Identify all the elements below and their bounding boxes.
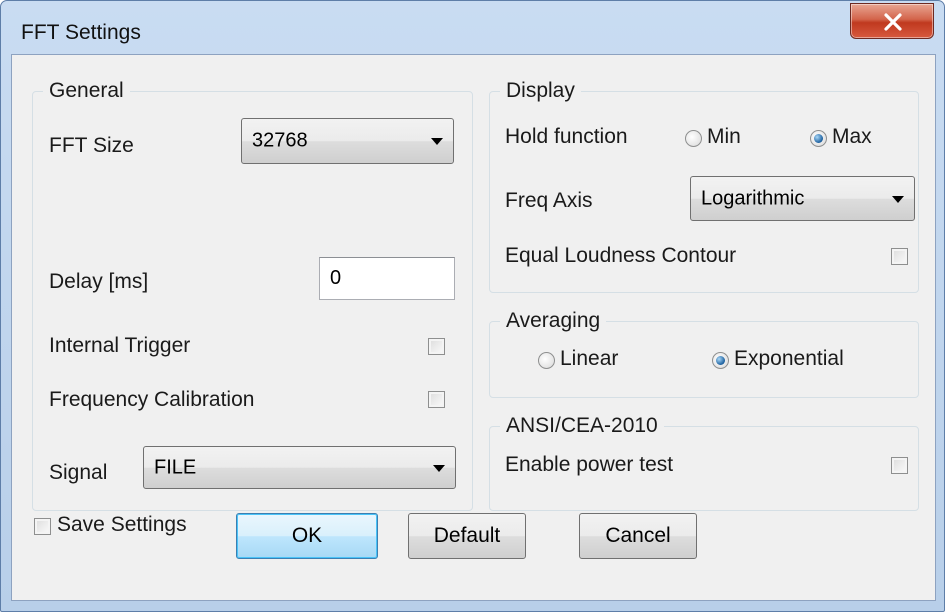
cancel-button[interactable]: Cancel: [579, 513, 697, 559]
equal-loudness-label: Equal Loudness Contour: [505, 244, 737, 267]
hold-min-label: Min: [707, 125, 741, 148]
ok-button[interactable]: OK: [236, 513, 378, 559]
signal-label: Signal: [49, 461, 108, 484]
freq-axis-select[interactable]: Logarithmic: [690, 176, 915, 221]
power-test-label: Enable power test: [505, 453, 674, 476]
close-button[interactable]: [850, 3, 934, 39]
equal-loudness-checkbox[interactable]: [891, 248, 908, 265]
internal-trigger-label: Internal Trigger: [49, 334, 191, 357]
fft-size-value: 32768: [252, 129, 308, 152]
fft-size-label: FFT Size: [49, 134, 134, 157]
fft-settings-window: FFT Settings General FFT Size 32768 Dela…: [0, 0, 945, 612]
hold-max-label: Max: [832, 125, 872, 148]
save-settings-label: Save Settings: [57, 513, 187, 536]
fft-size-select[interactable]: 32768: [241, 118, 454, 164]
hold-max-radio[interactable]: [810, 130, 827, 147]
freq-axis-label: Freq Axis: [505, 189, 593, 212]
close-x-icon: [884, 13, 902, 31]
averaging-linear-label: Linear: [560, 347, 619, 370]
power-test-checkbox[interactable]: [891, 457, 908, 474]
freq-cal-checkbox[interactable]: [428, 391, 445, 408]
chevron-down-icon: [431, 138, 443, 145]
delay-label: Delay [ms]: [49, 270, 149, 293]
averaging-exponential-radio[interactable]: [712, 352, 729, 369]
internal-trigger-checkbox[interactable]: [428, 338, 445, 355]
averaging-exponential-label: Exponential: [734, 347, 844, 370]
ansi-group-label: ANSI/CEA-2010: [500, 415, 664, 437]
averaging-linear-radio[interactable]: [538, 352, 555, 369]
averaging-group-label: Averaging: [500, 310, 607, 332]
chevron-down-icon: [433, 464, 445, 472]
hold-function-label: Hold function: [505, 125, 628, 148]
general-group-label: General: [43, 80, 130, 102]
chevron-down-icon: [892, 195, 904, 203]
freq-cal-label: Frequency Calibration: [49, 388, 255, 411]
window-title: FFT Settings: [21, 21, 141, 44]
hold-min-radio[interactable]: [685, 130, 702, 147]
save-settings-checkbox[interactable]: [34, 518, 51, 535]
dialog-body: General FFT Size 32768 Delay [ms] 0 Inte…: [11, 54, 936, 601]
default-button[interactable]: Default: [408, 513, 526, 559]
delay-input[interactable]: 0: [319, 257, 455, 300]
display-group-label: Display: [500, 80, 581, 102]
signal-value: FILE: [154, 456, 197, 478]
signal-select[interactable]: FILE: [143, 446, 456, 489]
freq-axis-value: Logarithmic: [701, 187, 805, 209]
